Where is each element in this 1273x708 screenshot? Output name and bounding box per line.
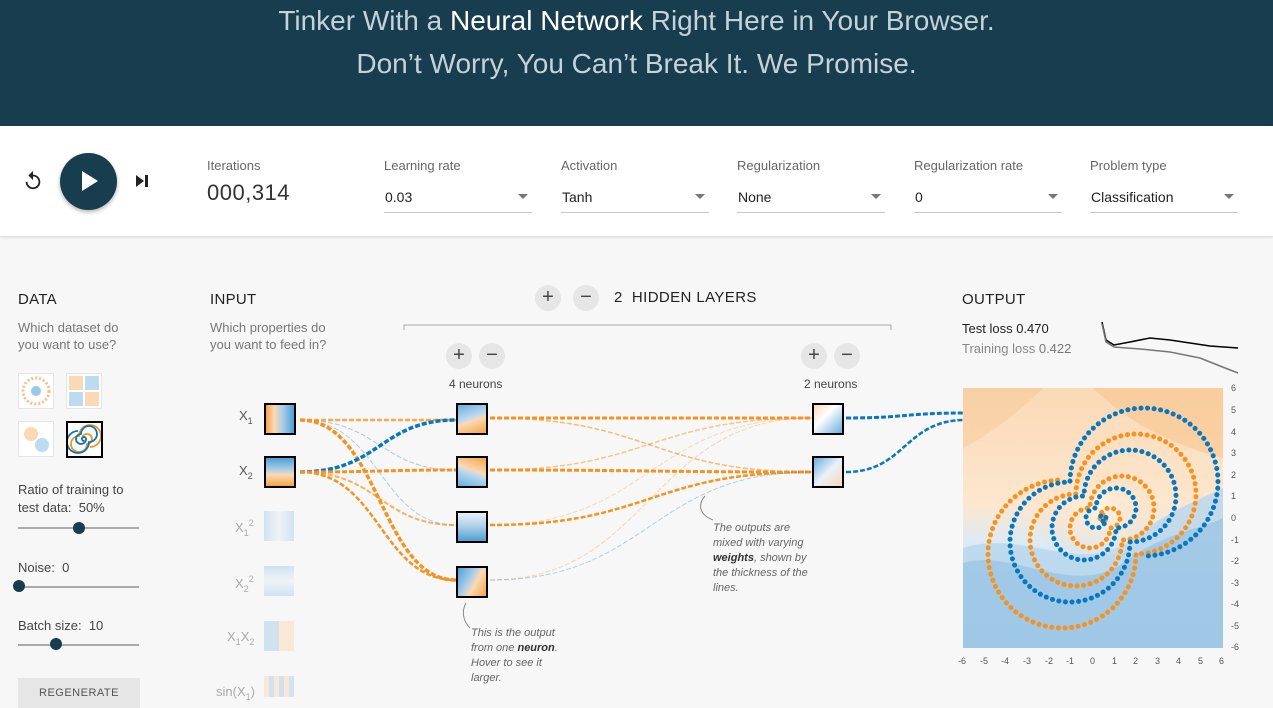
x-tick: -2 <box>1045 656 1054 666</box>
layer1-remove-neuron-button[interactable]: − <box>479 343 505 369</box>
y-tick: 2 <box>1231 470 1237 480</box>
test-loss: Test loss 0.470 <box>962 321 1049 336</box>
y-tick: -2 <box>1231 556 1240 566</box>
x-tick: -3 <box>1023 656 1032 666</box>
feature-node-x1[interactable] <box>264 403 296 435</box>
x-tick: 4 <box>1176 656 1182 666</box>
y-tick: -4 <box>1231 599 1240 609</box>
remove-layer-button[interactable]: − <box>573 285 599 311</box>
layer2-remove-neuron-button[interactable]: − <box>834 343 860 369</box>
y-tick: 3 <box>1231 448 1237 458</box>
x-tick: 2 <box>1133 656 1139 666</box>
x-tick: 5 <box>1198 656 1204 666</box>
layer2-neuron-count: 2 neurons <box>804 377 858 391</box>
layer1-neuron-4[interactable] <box>456 566 488 598</box>
x-tick: -5 <box>980 656 989 666</box>
output-title: OUTPUT <box>962 291 1026 308</box>
y-tick: 4 <box>1231 427 1237 437</box>
y-tick: 5 <box>1231 405 1237 415</box>
x-tick: -6 <box>958 656 967 666</box>
feature-node-x1-squared[interactable] <box>264 511 294 541</box>
y-tick: -1 <box>1231 535 1240 545</box>
feature-node-x2[interactable] <box>264 456 296 488</box>
y-tick: -3 <box>1231 578 1240 588</box>
x-tick: 6 <box>1219 656 1225 666</box>
weights-note: The outputs are mixed with varying weigh… <box>713 522 808 594</box>
layer1-add-neuron-button[interactable]: + <box>446 343 472 369</box>
y-tick: 0 <box>1231 513 1237 523</box>
loss-chart <box>1101 321 1239 374</box>
layer1-neuron-3[interactable] <box>456 511 488 543</box>
x-tick: 3 <box>1155 656 1161 666</box>
x-tick: 0 <box>1090 656 1096 666</box>
y-tick: 1 <box>1231 491 1237 501</box>
feature-node-x2-squared[interactable] <box>264 566 294 596</box>
feature-node-x1x2[interactable] <box>264 621 294 651</box>
layer1-neuron-2[interactable] <box>456 456 488 488</box>
x-tick: -1 <box>1066 656 1075 666</box>
feature-node-sin-x1[interactable] <box>264 676 294 697</box>
layer1-neuron-1[interactable] <box>456 403 488 435</box>
add-layer-button[interactable]: + <box>535 285 561 311</box>
y-tick: -5 <box>1231 621 1240 631</box>
training-loss: Training loss 0.422 <box>962 341 1072 356</box>
layer2-neuron-1[interactable] <box>812 403 844 435</box>
x-tick: -4 <box>1001 656 1010 666</box>
hidden-layers-title: 2 HIDDEN LAYERS <box>614 289 757 306</box>
layer2-add-neuron-button[interactable]: + <box>801 343 827 369</box>
layer2-neuron-2[interactable] <box>812 456 844 488</box>
output-heatmap <box>963 388 1223 648</box>
layer1-neuron-count: 4 neurons <box>449 377 503 391</box>
y-tick: -6 <box>1231 642 1240 652</box>
y-tick: 6 <box>1231 383 1237 393</box>
x-tick: 1 <box>1112 656 1118 666</box>
neuron-note: This is the output from one neuron. Hove… <box>471 627 558 684</box>
